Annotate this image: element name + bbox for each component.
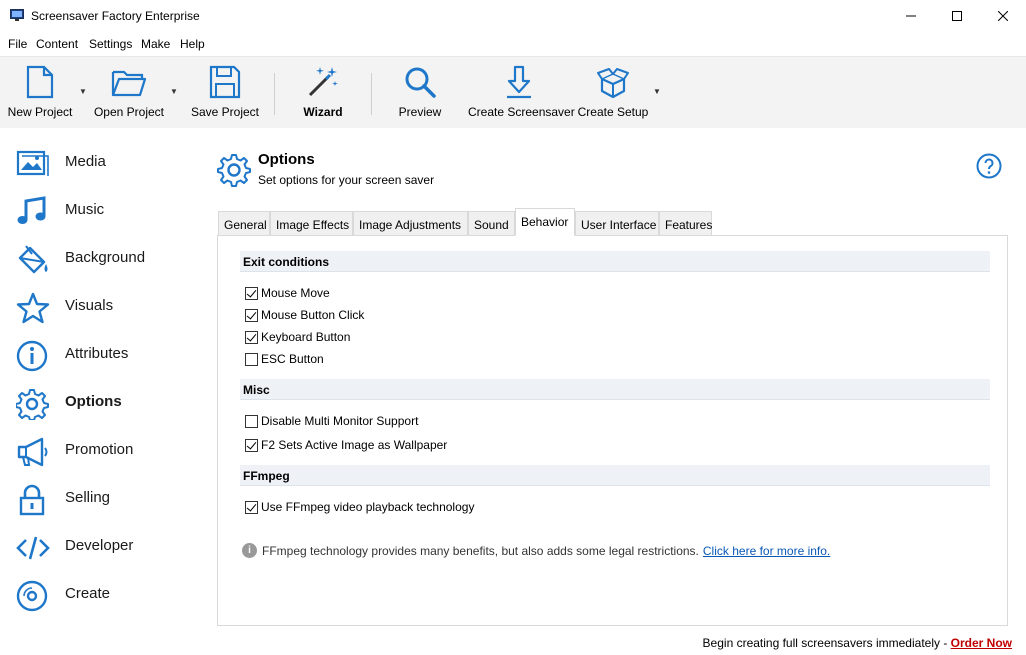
sidebar: Media Music Background Visuals Attribute… [0,128,205,628]
music-note-icon [17,196,46,224]
save-project-button[interactable]: Save Project [190,65,260,127]
code-icon [16,536,50,560]
new-document-icon [26,65,54,99]
keyboard-button-checkbox[interactable]: Keyboard Button [245,329,350,345]
sidebar-item-promotion[interactable]: Promotion [0,427,205,475]
tab-general[interactable]: General [218,211,270,236]
toolbar-separator [274,73,275,115]
close-icon [998,11,1008,21]
minimize-icon [906,15,916,17]
gear-icon [16,389,49,420]
esc-button-checkbox[interactable]: ESC Button [245,351,324,367]
mouse-move-checkbox[interactable]: Mouse Move [245,285,330,301]
f2-wallpaper-checkbox[interactable]: F2 Sets Active Image as Wallpaper [245,437,447,453]
sidebar-item-attributes[interactable]: Attributes [0,331,205,379]
checkbox-box[interactable] [245,330,258,344]
wizard-button[interactable]: Wizard [296,65,350,127]
page-subtitle: Set options for your screen saver [258,173,435,187]
behavior-panel: Exit conditions Mouse Move Mouse Button … [217,235,1008,626]
open-project-dropdown-icon[interactable]: ▼ [170,87,178,96]
disable-multi-monitor-checkbox[interactable]: Disable Multi Monitor Support [245,413,418,429]
package-box-icon [597,68,629,99]
section-misc: Misc [240,379,990,400]
tab-image-effects[interactable]: Image Effects [270,211,353,236]
checkbox-box[interactable] [245,414,258,428]
magic-wand-icon [308,67,338,97]
help-icon[interactable] [976,153,1002,179]
star-icon [16,292,50,324]
sidebar-item-music[interactable]: Music [0,187,205,235]
magnifier-icon [405,67,436,98]
new-project-dropdown-icon[interactable]: ▼ [79,87,87,96]
menu-bar: File Content Settings Make Help [0,32,1026,56]
sidebar-item-visuals[interactable]: Visuals [0,283,205,331]
menu-content[interactable]: Content [36,37,78,51]
sidebar-item-background[interactable]: Background [0,235,205,283]
create-setup-button[interactable]: Create Setup [577,65,649,127]
sidebar-item-selling[interactable]: Selling [0,475,205,523]
image-icon [16,150,49,176]
checkbox-box[interactable] [245,308,258,322]
more-info-link[interactable]: Click here for more info. [703,544,830,558]
section-exit-conditions: Exit conditions [240,251,990,272]
toolbar: New Project ▼ Open Project ▼ Save Projec… [0,56,1026,128]
sidebar-item-options[interactable]: Options [0,379,205,427]
download-arrow-icon [507,65,531,99]
minimize-button[interactable] [888,0,934,32]
sidebar-item-create[interactable]: Create [0,571,205,619]
maximize-button[interactable] [934,0,980,32]
save-disk-icon [209,65,241,99]
tab-user-interface[interactable]: User Interface [575,211,659,236]
app-icon [10,9,24,21]
ffmpeg-info: i FFmpeg technology provides many benefi… [242,543,830,558]
tab-sound[interactable]: Sound [468,211,515,236]
disc-icon [16,580,48,612]
checkbox-box[interactable] [245,286,258,300]
menu-file[interactable]: File [8,37,27,51]
open-project-button[interactable]: Open Project [92,65,166,127]
folder-icon [111,70,147,97]
menu-settings[interactable]: Settings [89,37,132,51]
section-ffmpeg: FFmpeg [240,465,990,486]
page-title: Options [258,151,315,168]
checkbox-box[interactable] [245,352,258,366]
lock-icon [19,484,45,516]
window-title: Screensaver Factory Enterprise [31,9,200,23]
tab-behavior[interactable]: Behavior [515,208,575,236]
create-screensaver-button[interactable]: Create Screensaver [468,65,575,127]
new-project-button[interactable]: New Project [6,65,74,127]
sidebar-item-media[interactable]: Media [0,139,205,187]
tab-features[interactable]: Features [659,211,712,236]
close-button[interactable] [980,0,1026,32]
maximize-icon [952,11,962,21]
megaphone-icon [17,437,48,467]
menu-help[interactable]: Help [180,37,205,51]
mouse-button-click-checkbox[interactable]: Mouse Button Click [245,307,364,323]
preview-button[interactable]: Preview [394,65,446,127]
sidebar-item-developer[interactable]: Developer [0,523,205,571]
title-bar: Screensaver Factory Enterprise [0,0,1026,32]
create-setup-dropdown-icon[interactable]: ▼ [653,87,661,96]
checkbox-box[interactable] [245,438,258,452]
menu-make[interactable]: Make [141,37,170,51]
options-gear-icon [217,154,251,187]
toolbar-separator [371,73,372,115]
order-now-link[interactable]: Order Now [951,636,1012,650]
use-ffmpeg-checkbox[interactable]: Use FFmpeg video playback technology [245,499,474,515]
checkbox-box[interactable] [245,500,258,514]
tab-image-adjustments[interactable]: Image Adjustments [353,211,468,236]
status-bar: Begin creating full screensavers immedia… [0,630,1026,655]
info-icon [16,340,48,372]
info-circle-icon: i [242,543,257,558]
status-message: Begin creating full screensavers immedia… [702,636,1012,650]
ffmpeg-info-text: FFmpeg technology provides many benefits… [262,543,699,558]
paint-bucket-icon [18,245,48,274]
